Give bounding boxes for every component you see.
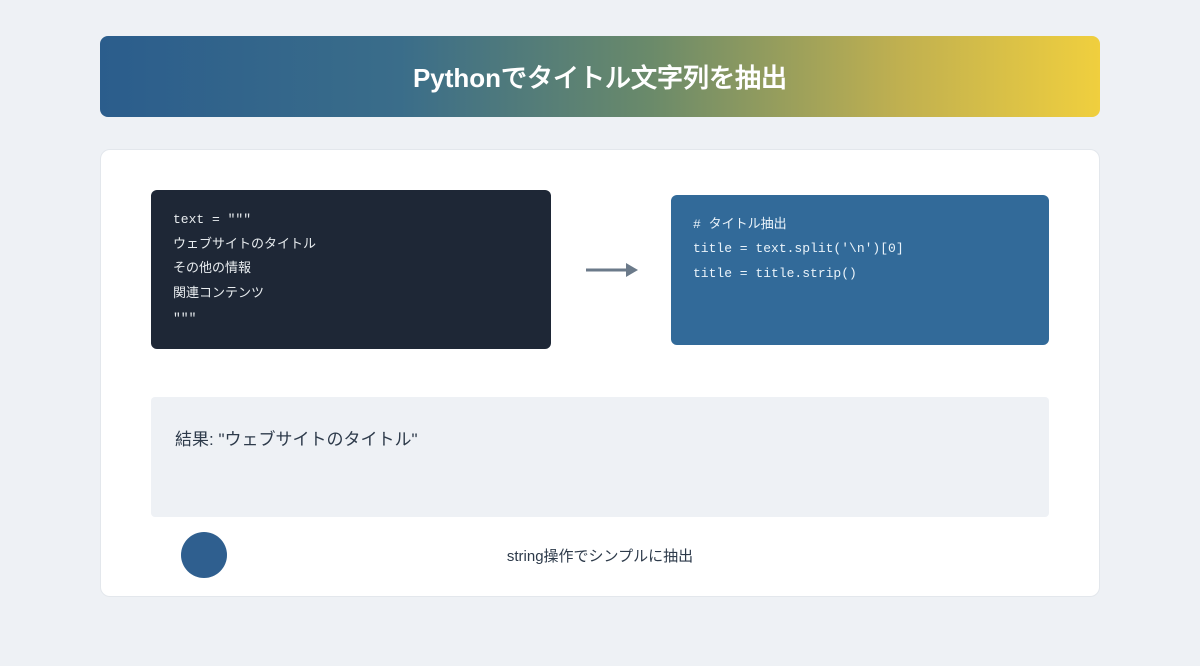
arrow-right-icon [581,260,641,280]
page-title: Pythonでタイトル文字列を抽出 [413,63,787,93]
footer-caption: string操作でシンプルに抽出 [507,548,693,565]
code-block-output: # タイトル抽出 title = text.split('\n')[0] tit… [671,195,1049,345]
code-row: text = """ ウェブサイトのタイトル その他の情報 関連コンテンツ ""… [151,190,1049,349]
main-card: text = """ ウェブサイトのタイトル その他の情報 関連コンテンツ ""… [100,149,1100,597]
result-text: 結果: "ウェブサイトのタイトル" [175,430,418,449]
footer-caption-row: string操作でシンプルに抽出 [151,545,1049,566]
code-block-input: text = """ ウェブサイトのタイトル その他の情報 関連コンテンツ ""… [151,190,551,349]
header-banner: Pythonでタイトル文字列を抽出 [100,36,1100,117]
accent-dot-icon [181,532,227,578]
result-panel: 結果: "ウェブサイトのタイトル" [151,397,1049,517]
